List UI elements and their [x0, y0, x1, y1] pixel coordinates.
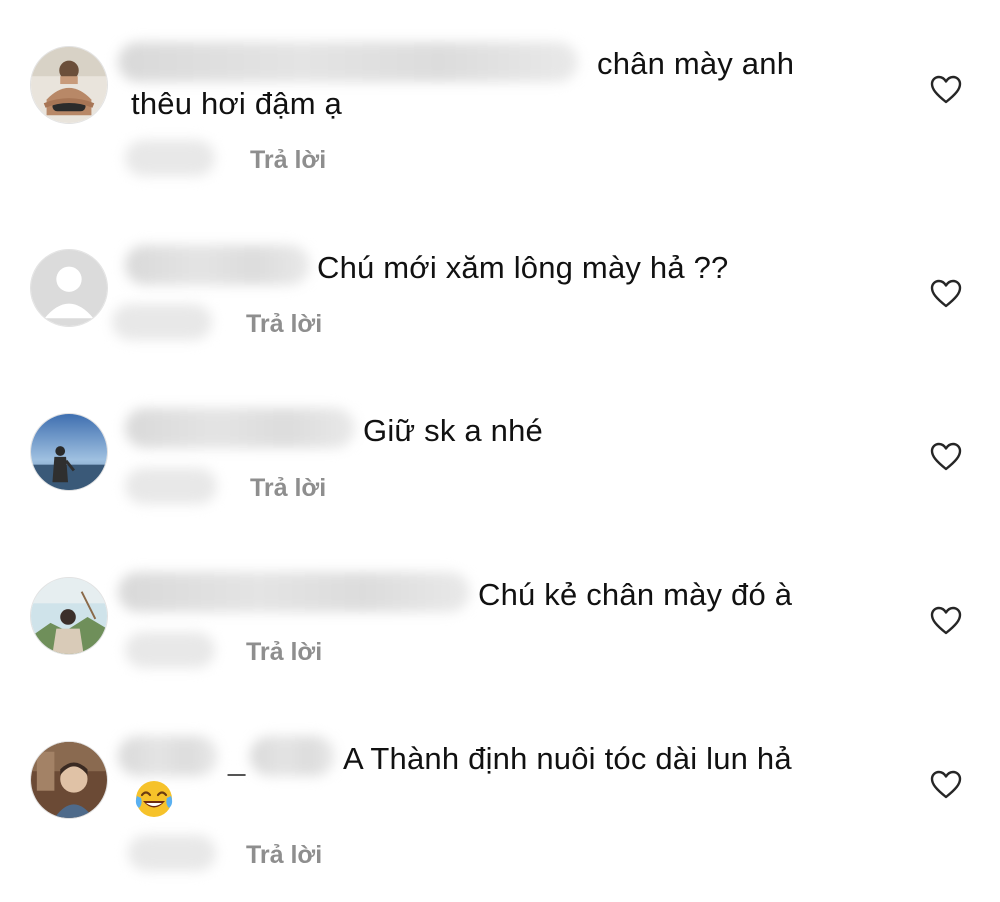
user-photo-avatar-icon	[31, 742, 107, 818]
comment-item: _ A Thành định nuôi tóc dài lun hả Trả l…	[0, 0, 1000, 871]
user-avatar[interactable]	[30, 741, 108, 819]
comment-text: Chú kẻ chân mày đó à	[478, 577, 793, 612]
comment-text: Giữ sk a nhé	[363, 413, 543, 448]
blurred-timestamp	[125, 632, 215, 668]
user-avatar[interactable]	[30, 413, 108, 491]
blurred-username	[125, 408, 355, 448]
blurred-timestamp	[128, 835, 216, 871]
heart-outline-icon[interactable]	[930, 279, 962, 309]
blurred-username	[118, 736, 218, 776]
heart-outline-icon[interactable]	[930, 770, 962, 800]
user-avatar[interactable]	[30, 577, 108, 655]
blurred-username	[250, 736, 335, 776]
reply-button[interactable]: Trả lời	[246, 840, 322, 870]
reply-button[interactable]: Trả lời	[246, 309, 322, 339]
user-avatar[interactable]	[30, 249, 108, 327]
heart-outline-icon[interactable]	[930, 606, 962, 636]
reply-button[interactable]: Trả lời	[246, 637, 322, 667]
blurred-username	[118, 572, 470, 612]
reply-button[interactable]: Trả lời	[250, 473, 326, 503]
comment-text: A Thành định nuôi tóc dài lun hả	[343, 741, 792, 776]
heart-outline-icon[interactable]	[930, 442, 962, 472]
blurred-username	[125, 245, 310, 285]
default-user-avatar-icon	[31, 250, 107, 326]
blurred-timestamp	[125, 468, 217, 504]
user-photo-avatar-icon	[31, 578, 107, 654]
blurred-timestamp	[112, 304, 212, 340]
comment-text: Chú mới xăm lông mày hả ??	[317, 250, 729, 285]
user-photo-avatar-icon	[31, 414, 107, 490]
username-separator: _	[228, 742, 246, 777]
face-with-tears-of-joy-emoji	[133, 778, 175, 820]
